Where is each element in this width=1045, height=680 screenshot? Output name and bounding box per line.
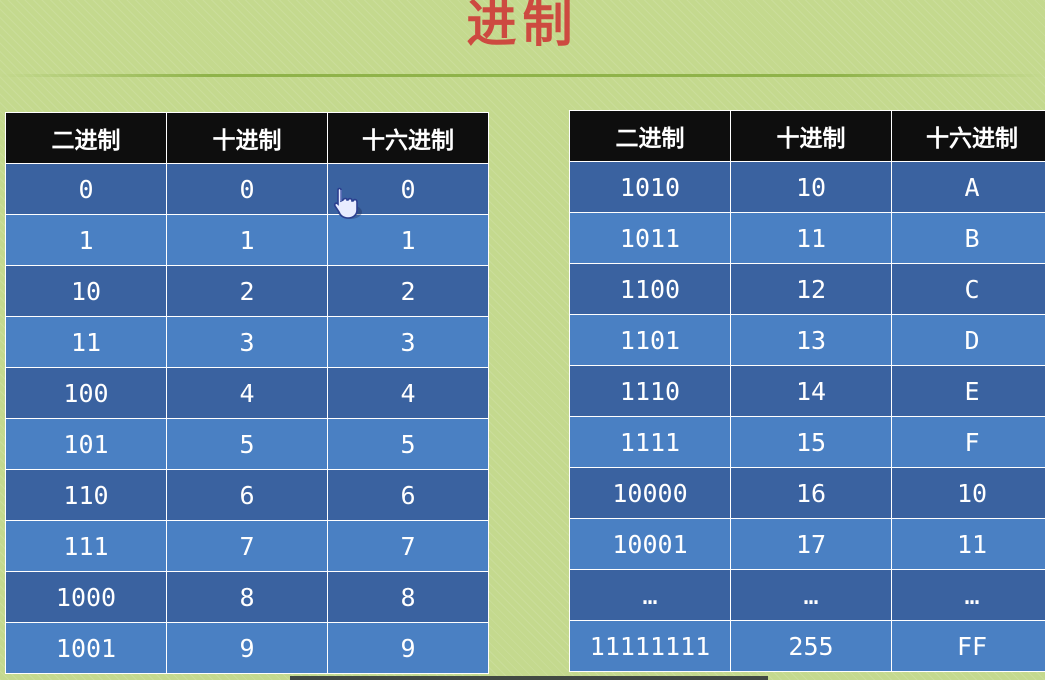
cell-binary: 1011	[569, 212, 731, 264]
cell-binary: 100	[5, 367, 167, 419]
cell-decimal: 4	[166, 367, 328, 419]
cell-decimal: 13	[730, 314, 892, 366]
cell-hex: A	[891, 161, 1045, 213]
table-row: … … …	[569, 569, 1045, 621]
cell-hex: …	[891, 569, 1045, 621]
cell-binary: 10000	[569, 467, 731, 519]
cell-hex: 9	[327, 622, 489, 674]
cell-decimal: 16	[730, 467, 892, 519]
cell-binary: …	[569, 569, 731, 621]
table-row: 0 0 0	[5, 163, 489, 215]
cell-binary: 1	[5, 214, 167, 266]
cell-decimal: 2	[166, 265, 328, 317]
conversion-table-right: 二进制 十进制 十六进制 1010 10 A 1011 11 B 1100 12…	[569, 110, 1045, 672]
cell-hex: F	[891, 416, 1045, 468]
cell-decimal: 15	[730, 416, 892, 468]
cell-decimal: 3	[166, 316, 328, 368]
title-divider	[0, 74, 1045, 77]
table-row: 110 6 6	[5, 469, 489, 521]
table-row: 10 2 2	[5, 265, 489, 317]
table-row: 10000 16 10	[569, 467, 1045, 519]
cell-hex: 4	[327, 367, 489, 419]
cell-decimal: 1	[166, 214, 328, 266]
header-hexadecimal: 十六进制	[327, 112, 489, 164]
conversion-table-left: 二进制 十进制 十六进制 0 0 0 1 1 1 10 2 2 11 3 3 1…	[5, 112, 489, 674]
player-progress-bar[interactable]	[290, 676, 768, 680]
cell-hex: 6	[327, 469, 489, 521]
cell-binary: 1101	[569, 314, 731, 366]
cell-binary: 1110	[569, 365, 731, 417]
cell-hex: 1	[327, 214, 489, 266]
table-row: 101 5 5	[5, 418, 489, 470]
table-row: 1101 13 D	[569, 314, 1045, 366]
cell-binary: 11	[5, 316, 167, 368]
cell-decimal: 14	[730, 365, 892, 417]
cell-decimal: 6	[166, 469, 328, 521]
cell-decimal: …	[730, 569, 892, 621]
header-row: 二进制 十进制 十六进制	[5, 112, 489, 164]
cell-hex: FF	[891, 620, 1045, 672]
table-row: 11 3 3	[5, 316, 489, 368]
cell-hex: C	[891, 263, 1045, 315]
cell-hex: 5	[327, 418, 489, 470]
cell-binary: 1111	[569, 416, 731, 468]
header-binary: 二进制	[5, 112, 167, 164]
cell-decimal: 5	[166, 418, 328, 470]
table-row: 100 4 4	[5, 367, 489, 419]
cell-binary: 111	[5, 520, 167, 572]
cell-hex: 11	[891, 518, 1045, 570]
cell-binary: 110	[5, 469, 167, 521]
cell-binary: 1000	[5, 571, 167, 623]
cell-decimal: 11	[730, 212, 892, 264]
table-row: 111 7 7	[5, 520, 489, 572]
table-row: 1010 10 A	[569, 161, 1045, 213]
table-row: 1 1 1	[5, 214, 489, 266]
cell-decimal: 10	[730, 161, 892, 213]
cell-hex: 10	[891, 467, 1045, 519]
cell-binary: 11111111	[569, 620, 731, 672]
slide-title: 进制	[466, 0, 579, 53]
cell-binary: 10001	[569, 518, 731, 570]
table-row: 1001 9 9	[5, 622, 489, 674]
cell-decimal: 8	[166, 571, 328, 623]
cell-decimal: 0	[166, 163, 328, 215]
cell-decimal: 9	[166, 622, 328, 674]
table-row: 1011 11 B	[569, 212, 1045, 264]
table-row: 11111111 255 FF	[569, 620, 1045, 672]
cell-binary: 10	[5, 265, 167, 317]
cell-hex: 7	[327, 520, 489, 572]
cell-decimal: 255	[730, 620, 892, 672]
cell-decimal: 17	[730, 518, 892, 570]
table-row: 1110 14 E	[569, 365, 1045, 417]
table-row: 10001 17 11	[569, 518, 1045, 570]
cell-binary: 1001	[5, 622, 167, 674]
header-decimal: 十进制	[730, 110, 892, 162]
cell-decimal: 12	[730, 263, 892, 315]
cell-binary: 101	[5, 418, 167, 470]
cell-hex: D	[891, 314, 1045, 366]
cell-binary: 1100	[569, 263, 731, 315]
header-hexadecimal: 十六进制	[891, 110, 1045, 162]
cell-hex: 8	[327, 571, 489, 623]
table-row: 1000 8 8	[5, 571, 489, 623]
cell-decimal: 7	[166, 520, 328, 572]
header-decimal: 十进制	[166, 112, 328, 164]
table-row: 1100 12 C	[569, 263, 1045, 315]
cell-binary: 0	[5, 163, 167, 215]
table-row: 1111 15 F	[569, 416, 1045, 468]
header-binary: 二进制	[569, 110, 731, 162]
pointing-hand-icon	[333, 187, 362, 219]
header-row: 二进制 十进制 十六进制	[569, 110, 1045, 162]
cell-hex: B	[891, 212, 1045, 264]
cell-hex: 2	[327, 265, 489, 317]
cell-hex: E	[891, 365, 1045, 417]
cell-binary: 1010	[569, 161, 731, 213]
cell-hex: 3	[327, 316, 489, 368]
